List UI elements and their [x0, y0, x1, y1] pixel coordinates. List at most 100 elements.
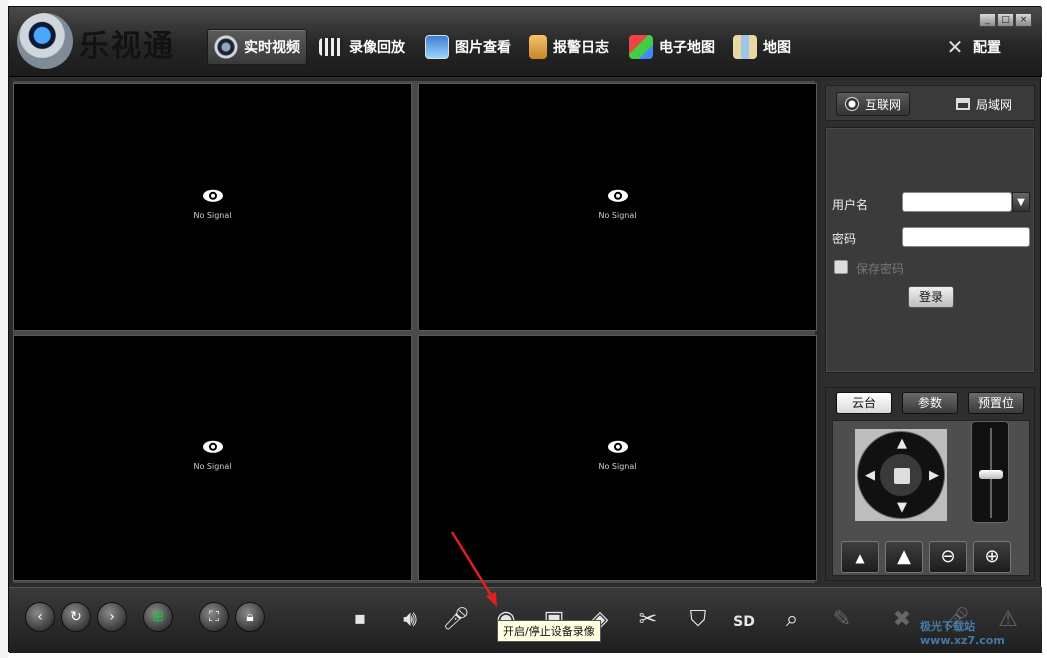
tab-presets[interactable]: 预置位 — [968, 392, 1024, 414]
save-password-label: 保存密码 — [856, 262, 905, 276]
no-signal-label: No Signal — [598, 462, 637, 471]
video-cell-3[interactable]: No Signal — [13, 335, 412, 581]
grid-layout-button[interactable]: ⊞ — [143, 602, 173, 632]
clapperboard-icon — [319, 38, 343, 56]
slider-thumb[interactable] — [979, 470, 1003, 479]
folded-map-icon — [733, 35, 757, 59]
video-grid: No Signal No Signal No Signal No Signal — [13, 81, 817, 583]
lan-icon — [956, 98, 970, 110]
cut-button[interactable]: ✂ — [631, 604, 665, 638]
app-window: 乐视通 实时视频 录像回放 图片查看 报警日志 电子地图 地图 ✕ 配置 _ □… — [8, 6, 1042, 653]
next-button[interactable]: › — [97, 602, 127, 632]
cross-icon: ✖ — [892, 607, 912, 632]
no-signal-label: No Signal — [598, 211, 637, 220]
chevron-down-icon[interactable]: ▼ — [1012, 192, 1030, 212]
microphone-icon: 🎤︎ — [442, 607, 470, 632]
tab-picture-view[interactable]: 图片查看 — [419, 29, 517, 65]
fullscreen-button[interactable]: ⛶ — [199, 602, 229, 632]
audio-button[interactable]: 🔊︎ — [393, 604, 427, 638]
focus-near-button[interactable]: ▲ — [841, 541, 879, 573]
username-field[interactable] — [902, 192, 1012, 212]
no-signal-label: No Signal — [193, 211, 232, 220]
disconnect-button[interactable]: ✖ — [885, 604, 919, 638]
minimize-button[interactable]: _ — [979, 13, 996, 27]
zoom-in-button[interactable]: ⊕ — [973, 541, 1011, 573]
talk-button[interactable]: 🎤︎ — [439, 604, 473, 638]
clipboard-icon — [529, 35, 547, 59]
tab-live-video[interactable]: 实时视频 — [207, 29, 307, 65]
tab-params[interactable]: 参数 — [902, 392, 958, 414]
tab-label: 录像回放 — [349, 40, 405, 56]
tooltip: 开启/停止设备录像 — [497, 620, 601, 642]
focus-far-button[interactable]: ▲ — [885, 541, 923, 573]
center-stop-button[interactable] — [894, 468, 910, 484]
zoom-out-button[interactable]: ⊖ — [929, 541, 967, 573]
magnifier-icon: ⌕ — [785, 607, 799, 632]
zoom-slider[interactable] — [971, 421, 1009, 523]
arrow-up-icon[interactable]: ▲ — [894, 436, 910, 451]
pen-button[interactable]: ✎ — [825, 604, 859, 638]
tab-e-map[interactable]: 电子地图 — [623, 29, 721, 65]
login-panel: 用户名 ▼ 密码 保存密码 登录 — [825, 127, 1035, 373]
mountain-large-icon: ▲ — [897, 546, 911, 567]
camera-icon — [214, 35, 238, 59]
tab-internet[interactable]: 互联网 — [836, 92, 911, 116]
tab-label: 实时视频 — [244, 40, 300, 56]
previous-button[interactable]: ‹ — [25, 602, 55, 632]
sd-card-icon: SD — [733, 614, 755, 630]
zoom-out-icon: ⊖ — [940, 546, 956, 567]
tab-label: 互联网 — [865, 97, 902, 112]
password-field[interactable] — [902, 227, 1030, 247]
tab-alarm-log[interactable]: 报警日志 — [523, 29, 615, 65]
tab-map[interactable]: 地图 — [727, 29, 797, 65]
tab-config[interactable]: ✕ 配置 — [937, 29, 1007, 65]
sd-card-button[interactable]: SD — [727, 604, 761, 638]
tab-label: 地图 — [763, 40, 791, 56]
arrow-left-icon[interactable]: ◀ — [862, 468, 878, 483]
chevron-left-icon: ‹ — [37, 609, 43, 625]
eye-icon — [607, 440, 628, 453]
picture-icon — [425, 35, 449, 59]
maximize-button[interactable]: □ — [997, 13, 1014, 27]
direction-pad[interactable]: ▲ ▼ ◀ ▶ — [857, 431, 945, 519]
webcam-logo-icon — [17, 13, 73, 69]
login-button[interactable]: 登录 — [908, 286, 955, 308]
arrow-down-icon[interactable]: ▼ — [894, 500, 910, 515]
lock-icon: 🔒︎ — [246, 609, 254, 625]
tab-lan[interactable]: 局域网 — [948, 92, 1020, 116]
video-cell-4[interactable]: No Signal — [418, 335, 817, 581]
tab-label: 局域网 — [976, 97, 1013, 112]
eye-icon — [202, 189, 223, 202]
scissors-icon: ✂ — [638, 607, 658, 632]
no-signal-label: No Signal — [193, 462, 232, 471]
eye-icon — [607, 189, 628, 202]
tab-label: 报警日志 — [553, 40, 609, 56]
eye-icon — [202, 440, 223, 453]
mountain-small-icon: ▲ — [855, 551, 865, 565]
ptz-controls: ▲ ▼ ◀ ▶ ▲ ▲ ⊖ ⊕ — [832, 420, 1030, 576]
right-panel: 互联网 局域网 用户名 ▼ 密码 保存密码 登录 云台 参数 预置位 ▲ ▼ ◀… — [821, 81, 1039, 583]
app-title: 乐视通 — [79, 29, 175, 64]
stop-button[interactable]: ⏹ — [343, 604, 377, 638]
shield-button[interactable]: ⛉ — [681, 604, 715, 638]
tab-ptz[interactable]: 云台 — [836, 392, 892, 414]
password-label: 密码 — [832, 232, 857, 246]
tools-icon: ✕ — [946, 35, 964, 59]
lock-button[interactable]: 🔒︎ — [235, 602, 265, 632]
video-cell-2[interactable]: No Signal — [418, 83, 817, 331]
speaker-icon: 🔊︎ — [403, 607, 417, 632]
close-button[interactable]: × — [1015, 13, 1032, 27]
header-bar: 乐视通 实时视频 录像回放 图片查看 报警日志 电子地图 地图 ✕ 配置 _ □… — [9, 7, 1042, 77]
ptz-panel: 云台 参数 预置位 ▲ ▼ ◀ ▶ ▲ ▲ ⊖ ⊕ — [825, 387, 1035, 581]
loop-icon: ↻ — [70, 609, 82, 625]
save-password-checkbox[interactable] — [834, 260, 848, 274]
username-label: 用户名 — [832, 198, 869, 212]
pen-icon: ✎ — [832, 607, 852, 632]
tab-playback[interactable]: 录像回放 — [313, 29, 411, 65]
refresh-button[interactable]: ↻ — [61, 602, 91, 632]
arrow-right-icon[interactable]: ▶ — [926, 468, 942, 483]
zoom-view-button[interactable]: ⌕ — [775, 604, 809, 638]
video-cell-1[interactable]: No Signal — [13, 83, 412, 331]
chevron-right-icon: › — [109, 609, 115, 625]
fullscreen-icon: ⛶ — [209, 609, 219, 625]
